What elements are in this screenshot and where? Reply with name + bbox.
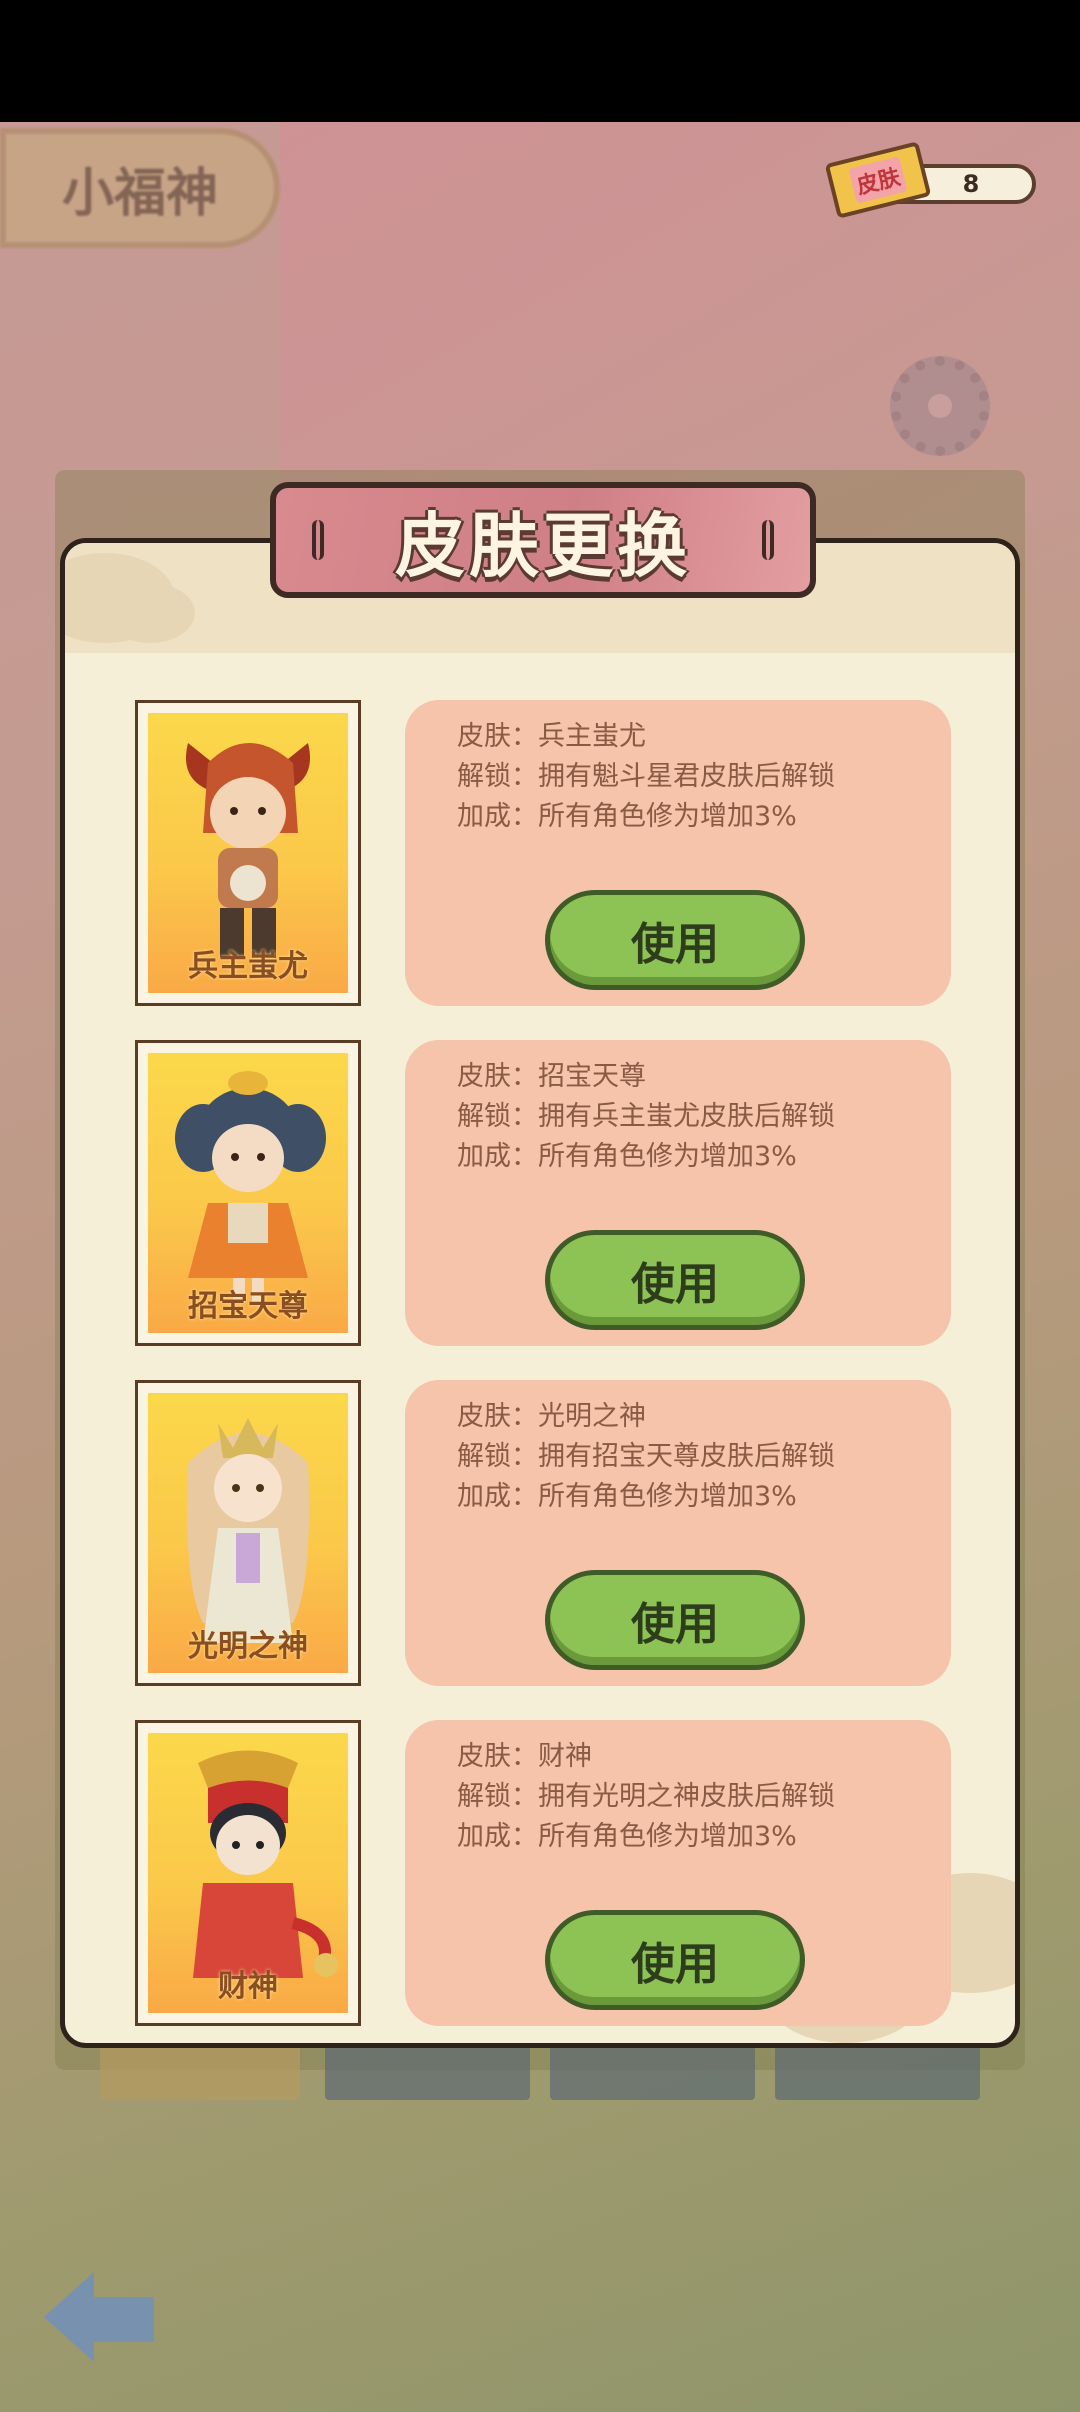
background-tab (550, 2040, 755, 2100)
unlock-condition-text: 解锁：拥有招宝天尊皮肤后解锁 (457, 1441, 835, 1472)
skin-info-box: 皮肤：招宝天尊 解锁：拥有兵主蚩尤皮肤后解锁 加成：所有角色修为增加3% 使用 (405, 1040, 951, 1346)
background-tab (325, 2040, 530, 2100)
skin-ticket-label: 皮肤 (848, 156, 908, 204)
unlock-condition-text: 解锁：拥有兵主蚩尤皮肤后解锁 (457, 1101, 835, 1132)
banner-pin-icon (312, 520, 324, 560)
back-arrow-icon[interactable] (34, 2262, 164, 2372)
gear-icon (890, 356, 990, 456)
skin-row: 财神 皮肤：财神 解锁：拥有光明之神皮肤后解锁 加成：所有角色修为增加3% 使用 (135, 1720, 955, 2026)
bonus-text: 加成：所有角色修为增加3% (457, 1141, 797, 1172)
background-tab (100, 2040, 300, 2100)
cloud-decoration (105, 583, 195, 643)
skin-dialog: 兵主蚩尤 皮肤：兵主蚩尤 解锁：拥有魁斗星君皮肤后解锁 加成：所有角色修为增加3… (60, 538, 1020, 2048)
skin-row: 光明之神 皮肤：光明之神 解锁：拥有招宝天尊皮肤后解锁 加成：所有角色修为增加3… (135, 1380, 955, 1686)
top-left-title: 小福神 (0, 128, 280, 248)
skin-info-box: 皮肤：财神 解锁：拥有光明之神皮肤后解锁 加成：所有角色修为增加3% 使用 (405, 1720, 951, 2026)
status-bar (0, 0, 1080, 122)
skin-counter: 8 皮肤 (824, 141, 1040, 219)
skin-name-text: 皮肤：光明之神 (457, 1401, 646, 1432)
skin-card: 财神 (135, 1720, 361, 2026)
card-name: 兵主蚩尤 (188, 949, 308, 984)
use-button[interactable]: 使用 (545, 1570, 805, 1670)
skin-card: 兵主蚩尤 (135, 700, 361, 1006)
skin-info-box: 皮肤：兵主蚩尤 解锁：拥有魁斗星君皮肤后解锁 加成：所有角色修为增加3% 使用 (405, 700, 951, 1006)
card-name: 财神 (218, 1969, 278, 2004)
bonus-text: 加成：所有角色修为增加3% (457, 1481, 797, 1512)
use-button[interactable]: 使用 (545, 1230, 805, 1330)
unlock-condition-text: 解锁：拥有光明之神皮肤后解锁 (457, 1781, 835, 1812)
card-name: 招宝天尊 (188, 1289, 308, 1324)
card-name: 光明之神 (188, 1629, 308, 1664)
banner-pin-icon (762, 520, 774, 560)
bonus-text: 加成：所有角色修为增加3% (457, 1821, 797, 1852)
use-button[interactable]: 使用 (545, 890, 805, 990)
background-tab (775, 2040, 980, 2100)
skin-name-text: 皮肤：招宝天尊 (457, 1061, 646, 1092)
skin-row: 招宝天尊 皮肤：招宝天尊 解锁：拥有兵主蚩尤皮肤后解锁 加成：所有角色修为增加3… (135, 1040, 955, 1346)
skin-row: 兵主蚩尤 皮肤：兵主蚩尤 解锁：拥有魁斗星君皮肤后解锁 加成：所有角色修为增加3… (135, 700, 955, 1006)
skin-name-text: 皮肤：财神 (457, 1741, 592, 1772)
unlock-condition-text: 解锁：拥有魁斗星君皮肤后解锁 (457, 761, 835, 792)
dialog-title: 皮肤更换 (395, 504, 691, 587)
use-button[interactable]: 使用 (545, 1910, 805, 2010)
bonus-text: 加成：所有角色修为增加3% (457, 801, 797, 832)
skin-name-text: 皮肤：兵主蚩尤 (457, 721, 646, 752)
skin-card: 光明之神 (135, 1380, 361, 1686)
skin-info-box: 皮肤：光明之神 解锁：拥有招宝天尊皮肤后解锁 加成：所有角色修为增加3% 使用 (405, 1380, 951, 1686)
dialog-title-banner: 皮肤更换 (270, 482, 816, 598)
skin-card: 招宝天尊 (135, 1040, 361, 1346)
